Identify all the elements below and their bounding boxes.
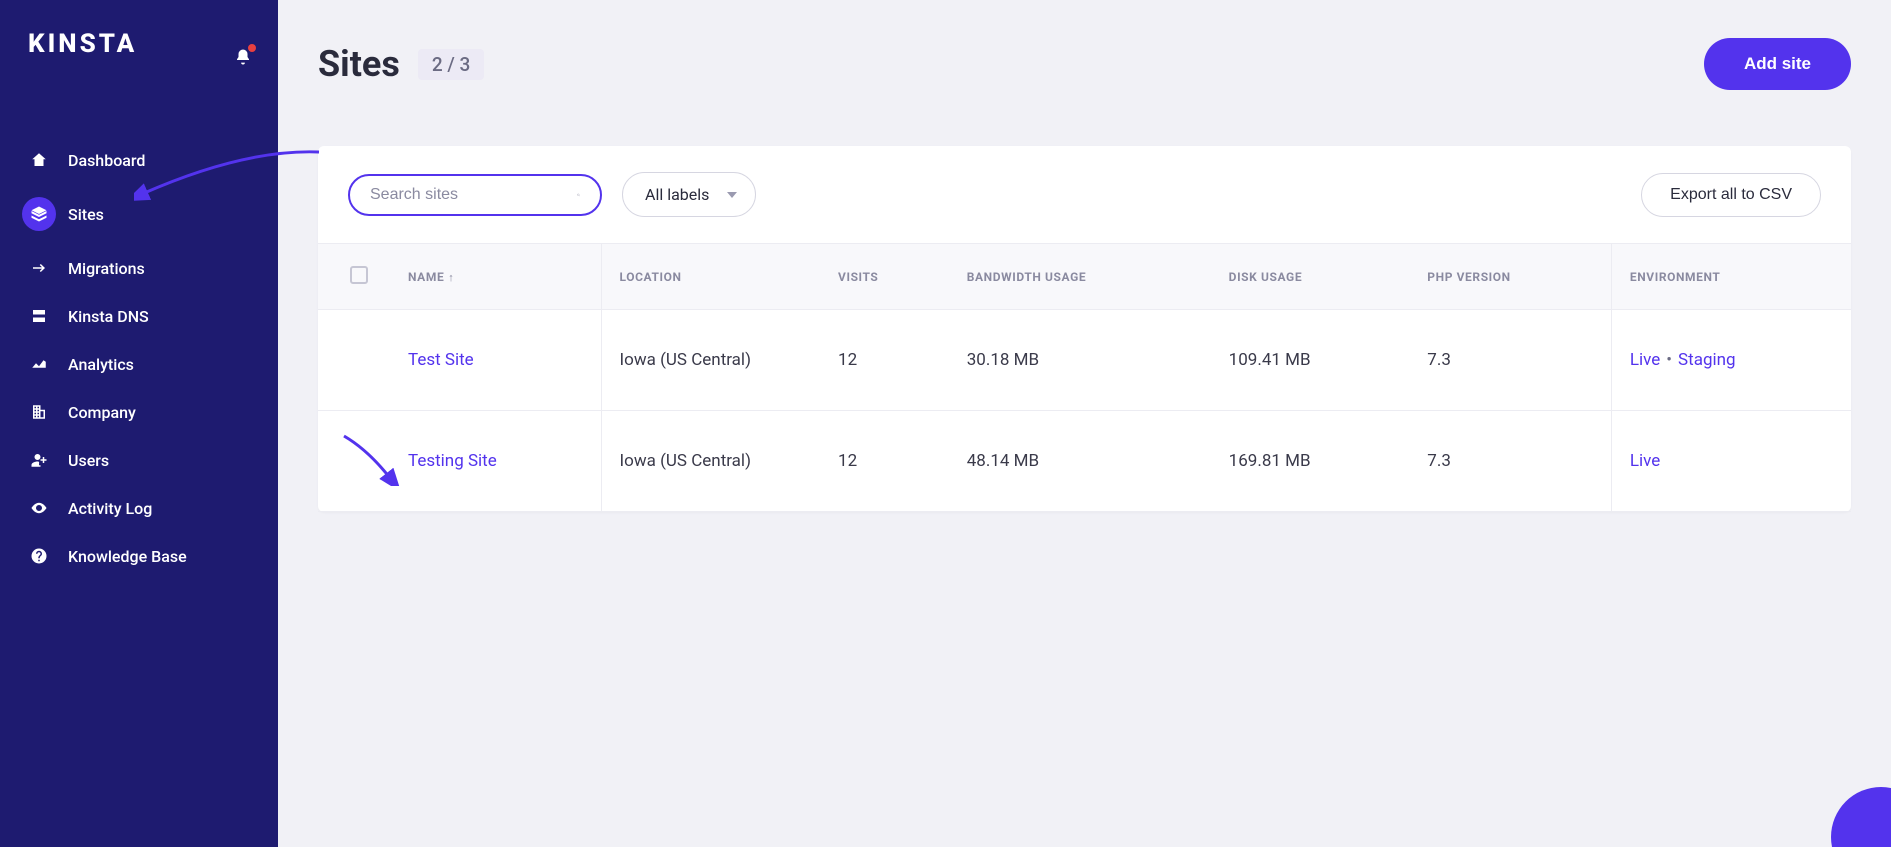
cell-location: Iowa (US Central) [601,411,820,512]
main-content: Sites 2 / 3 Add site All labels Export a… [278,0,1891,847]
env-link-live[interactable]: Live [1630,350,1660,370]
site-name-link[interactable]: Test Site [408,350,474,370]
search-icon [577,187,580,203]
cell-environment: Live [1611,411,1851,512]
migrate-icon [28,257,50,279]
sidebar-nav: Dashboard Sites Migrations Kinsta DNS [0,106,278,580]
cell-location: Iowa (US Central) [601,310,820,411]
chart-icon [28,353,50,375]
cell-disk: 169.81 MB [1211,411,1410,512]
site-name-link[interactable]: Testing Site [408,451,497,471]
sidebar-item-label: Activity Log [68,499,152,518]
notifications-dot [248,44,256,52]
building-icon [28,401,50,423]
sidebar-item-migrations[interactable]: Migrations [14,244,264,292]
site-count-badge: 2 / 3 [418,49,484,80]
sidebar-item-label: Kinsta DNS [68,307,149,326]
sidebar-item-knowledge-base[interactable]: Knowledge Base [14,532,264,580]
table-row: Test Site Iowa (US Central) 12 30.18 MB … [318,310,1851,411]
export-csv-button[interactable]: Export all to CSV [1641,173,1821,217]
add-site-button[interactable]: Add site [1704,38,1851,90]
cell-environment: Live•Staging [1611,310,1851,411]
user-plus-icon [28,449,50,471]
sidebar-item-company[interactable]: Company [14,388,264,436]
labels-filter-select[interactable]: All labels [622,172,756,217]
sidebar-item-kinsta-dns[interactable]: Kinsta DNS [14,292,264,340]
col-location[interactable]: LOCATION [601,244,820,310]
cell-visits: 12 [820,310,949,411]
sidebar-item-label: Company [68,403,136,422]
page-title: Sites [318,43,400,85]
sidebar-item-analytics[interactable]: Analytics [14,340,264,388]
env-link-staging[interactable]: Staging [1678,350,1736,370]
sidebar-item-label: Knowledge Base [68,547,187,566]
search-sites-wrap[interactable] [348,174,602,216]
dns-icon [28,305,50,327]
cell-php: 7.3 [1409,411,1611,512]
cell-visits: 12 [820,411,949,512]
col-php[interactable]: PHP VERSION [1409,244,1611,310]
sidebar-item-users[interactable]: Users [14,436,264,484]
sidebar-item-label: Migrations [68,259,145,278]
help-icon [28,545,50,567]
table-row: Testing Site Iowa (US Central) 12 48.14 … [318,411,1851,512]
sidebar-item-sites[interactable]: Sites [14,184,264,244]
sidebar-item-label: Dashboard [68,151,145,170]
col-disk[interactable]: DISK USAGE [1211,244,1410,310]
labels-filter-value: All labels [645,185,709,204]
home-icon [28,149,50,171]
brand-logo: KINSTA [28,29,137,59]
sites-table: NAME↑ LOCATION VISITS BANDWIDTH USAGE DI… [318,243,1851,512]
cell-php: 7.3 [1409,310,1611,411]
sort-asc-icon: ↑ [448,271,454,284]
eye-icon [28,497,50,519]
layers-icon [22,197,56,231]
sidebar-item-label: Analytics [68,355,134,374]
sidebar-item-activity-log[interactable]: Activity Log [14,484,264,532]
cell-disk: 109.41 MB [1211,310,1410,411]
col-environment[interactable]: ENVIRONMENT [1611,244,1851,310]
col-visits[interactable]: VISITS [820,244,949,310]
search-sites-input[interactable] [370,186,577,204]
sites-card: All labels Export all to CSV NAME↑ LOCAT… [318,146,1851,512]
sidebar-item-dashboard[interactable]: Dashboard [14,136,264,184]
cell-bandwidth: 30.18 MB [949,310,1211,411]
col-bandwidth[interactable]: BANDWIDTH USAGE [949,244,1211,310]
col-name[interactable]: NAME↑ [390,244,601,310]
sidebar-item-label: Users [68,451,109,470]
select-all-checkbox[interactable] [350,266,368,284]
sidebar: KINSTA Dashboard Sites [0,0,278,847]
cell-bandwidth: 48.14 MB [949,411,1211,512]
notifications-bell[interactable] [234,48,252,70]
env-link-live[interactable]: Live [1630,451,1660,471]
sidebar-item-label: Sites [68,205,104,224]
